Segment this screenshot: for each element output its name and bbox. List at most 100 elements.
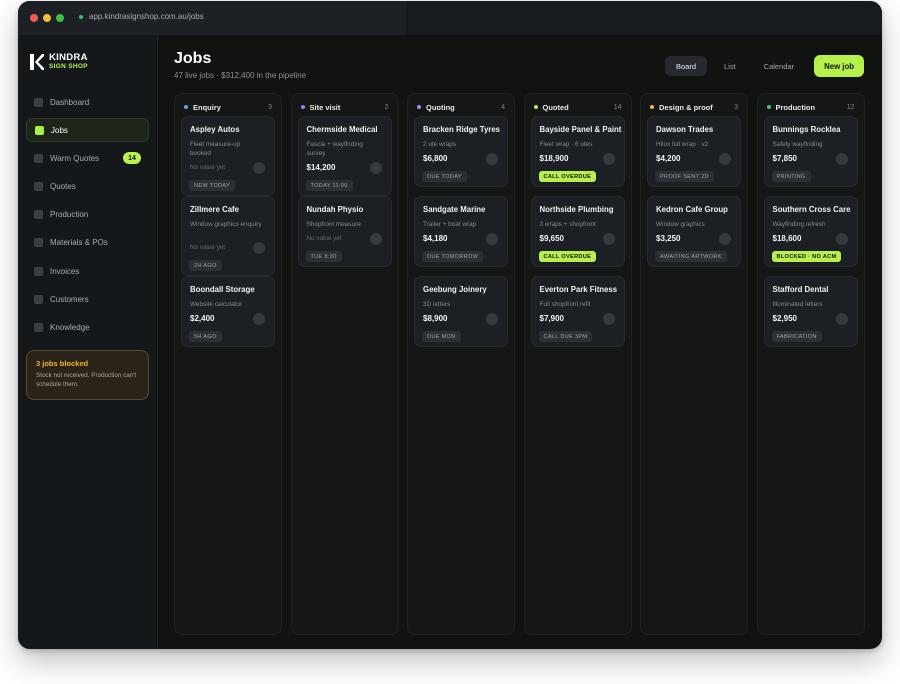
status-dot-icon [300,105,305,109]
sidebar-item-materials-pos[interactable]: Materials & POs [26,231,149,255]
address-bar[interactable]: app.kindrasignshop.com.au/jobs [79,12,204,21]
view-toggle: Board List Calendar New job [664,55,864,77]
sidebar-item-quotes[interactable]: Quotes [26,175,149,199]
assignee-avatar[interactable] [486,153,498,165]
job-name: Stafford Dental [772,285,829,294]
job-card[interactable]: Nundah Physio Shopfront measure No value y… [297,196,392,267]
job-value: $9,650 [539,234,564,243]
column-header: Quoted 14 [533,101,622,113]
sidebar-item-warm-quotes[interactable]: Warm Quotes 14 [26,146,149,170]
assignee-avatar[interactable] [602,313,615,325]
job-card[interactable]: Bracken Ridge Tyres 2 ute wraps $6,800 DUE … [414,116,508,187]
job-value: $2,400 [190,314,215,323]
sidebar-item-label: Warm Quotes [50,153,100,163]
job-description: Fleet wrap · 6 utes [539,141,593,148]
job-description: Website calculator [190,301,243,308]
job-card[interactable]: Bunnings Rocklea Safety wayfinding $7,850 P… [763,116,858,187]
assignee-avatar[interactable] [835,313,848,325]
sidebar: KINDRA SIGN SHOP Dashboard Jobs Warm Quote… [18,35,158,649]
job-card[interactable]: Stafford Dental Illuminated letters $2,950… [763,276,858,347]
column-count: 14 [613,103,622,111]
job-value: No value yet [190,164,226,171]
job-card[interactable]: Aspley Autos Fleet measure-up booked No va… [181,116,275,196]
job-description: Window graphics enquiry [190,221,262,228]
sidebar-item-invoices[interactable]: Invoices [26,259,149,283]
production-icon [34,210,43,220]
maximize-window-icon[interactable] [56,14,64,22]
status-dot-icon [650,105,654,109]
sidebar-item-customers[interactable]: Customers [26,287,149,311]
assignee-avatar[interactable] [486,233,498,245]
job-description: 3D letters [423,301,451,308]
dashboard-icon [34,97,43,107]
status-tag: DUE MON [422,331,461,342]
assignee-avatar[interactable] [602,233,615,245]
close-window-icon[interactable] [30,14,38,22]
minimize-window-icon[interactable] [43,14,51,22]
status-tag: CALL DUE 3PM [538,331,593,342]
sidebar-item-dashboard[interactable]: Dashboard [26,90,149,114]
assignee-avatar[interactable] [369,162,382,174]
assignee-avatar[interactable] [602,153,615,165]
status-dot-icon [766,105,771,109]
browser-titlebar: app.kindrasignshop.com.au/jobs [18,1,882,35]
column-header: Design & proof 3 [650,101,738,113]
job-card[interactable]: Kedron Cafe Group Window graphics $3,250 AW… [647,196,741,267]
job-name: Nundah Physio [306,205,364,214]
app-window: app.kindrasignshop.com.au/jobs KINDRA SI… [18,1,882,649]
browser-tab[interactable] [18,1,406,35]
assignee-avatar[interactable] [719,233,731,245]
sidebar-item-production[interactable]: Production [26,203,149,227]
job-card[interactable]: Sandgate Marine Trailer + boat wrap $4,180… [414,196,508,267]
job-description: Illuminated letters [772,301,823,308]
column-title: Quoted [542,102,569,112]
job-card[interactable]: Zillmere Cafe Window graphics enquiry No v… [181,196,275,276]
assignee-avatar[interactable] [253,162,265,174]
assignee-avatar[interactable] [835,153,848,165]
job-card[interactable]: Dawson Trades Hilux full wrap · v2 $4,200 P… [647,116,741,187]
job-card[interactable]: Bayside Panel & Paint Fleet wrap · 6 utes… [530,116,625,187]
job-value: $7,850 [772,154,797,163]
column-design-proof: Design & proof 3 Dawson Trades Hilux full w… [640,93,748,635]
job-name: Geebung Joinery [423,285,487,294]
sidebar-item-label: Invoices [50,266,80,276]
status-dot-icon [533,105,538,109]
new-job-button[interactable]: New job [814,55,864,77]
view-calendar-button[interactable]: Calendar [753,56,805,76]
job-card[interactable]: Northside Plumbing 3 wraps + shopfront $9,… [530,196,625,267]
materials-pos-icon [34,238,43,248]
blocked-jobs-alert[interactable]: 3 jobs blocked Stock not received. Produ… [26,350,149,400]
job-description: Hilux full wrap · v2 [656,141,709,148]
job-card[interactable]: Geebung Joinery 3D letters $8,900 DUE MON [414,276,508,347]
job-name: Boondall Storage [190,285,255,294]
job-name: Zillmere Cafe [190,205,239,214]
job-card[interactable]: Chermside Medical Fascia + wayfinding sur… [297,116,392,196]
job-card[interactable]: Everton Park Fitness Full shopfront refit… [530,276,625,347]
assignee-avatar[interactable] [253,242,265,254]
job-card[interactable]: Boondall Storage Website calculator $2,400… [181,276,275,347]
column-enquiry: Enquiry 3 Aspley Autos Fleet measure-up boo… [174,93,282,635]
job-description: Shopfront measure [306,221,361,228]
view-board-button[interactable]: Board [664,56,707,76]
column-title: Production [775,102,816,112]
sidebar-item-knowledge[interactable]: Knowledge [26,316,149,340]
job-card[interactable]: Southern Cross Care Wayfinding refresh $18… [763,196,858,267]
job-name: Southern Cross Care [772,205,851,214]
brand-subtitle: SIGN SHOP [49,62,88,70]
main-content: Jobs 47 live jobs · $312,400 in the pipe… [158,35,882,649]
brand-logo[interactable]: KINDRA SIGN SHOP [30,53,88,70]
view-list-button[interactable]: List [713,56,747,76]
job-name: Sandgate Marine [423,205,486,214]
quotes-icon [34,182,43,192]
assignee-avatar[interactable] [369,233,382,245]
secure-indicator-icon [79,14,83,19]
assignee-avatar[interactable] [486,313,498,325]
job-description: Safety wayfinding [772,141,823,148]
assignee-avatar[interactable] [835,233,848,245]
sidebar-item-jobs[interactable]: Jobs [26,118,149,143]
job-name: Northside Plumbing [539,205,614,214]
customers-icon [34,294,43,304]
assignee-avatar[interactable] [719,153,731,165]
assignee-avatar[interactable] [253,313,265,325]
job-name: Kedron Cafe Group [656,205,728,214]
